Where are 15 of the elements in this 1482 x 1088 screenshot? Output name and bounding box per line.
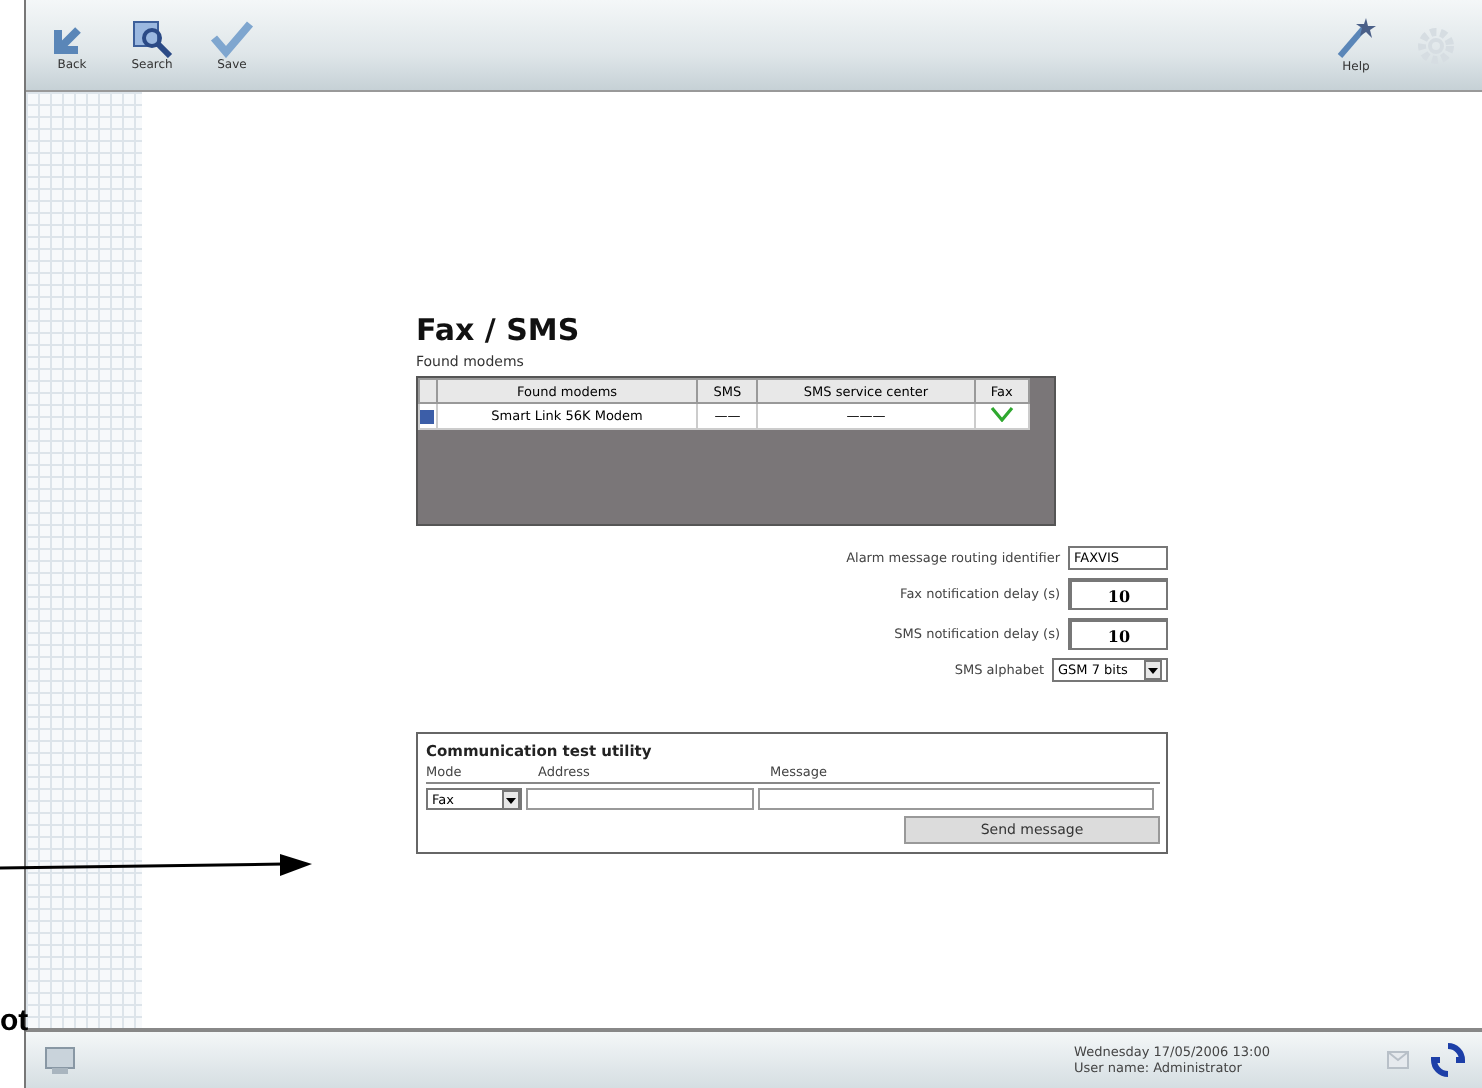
checkmark-icon <box>210 18 254 58</box>
magic-wand-icon <box>1334 16 1378 60</box>
refresh-icon[interactable] <box>1430 1042 1466 1078</box>
input-field[interactable]: 10 <box>1068 618 1168 650</box>
search-icon <box>130 18 174 58</box>
input-field[interactable]: 10 <box>1068 578 1168 610</box>
address-field[interactable] <box>526 788 754 810</box>
row-selector[interactable] <box>420 409 434 423</box>
envelope-icon <box>1386 1050 1410 1070</box>
message-field[interactable] <box>758 788 1154 810</box>
gear-icon <box>1414 23 1458 67</box>
annotation-text: ot <box>0 1004 29 1038</box>
caret-icon <box>1144 660 1162 680</box>
page-title: Fax / SMS <box>416 312 582 348</box>
caret-icon <box>502 789 520 809</box>
